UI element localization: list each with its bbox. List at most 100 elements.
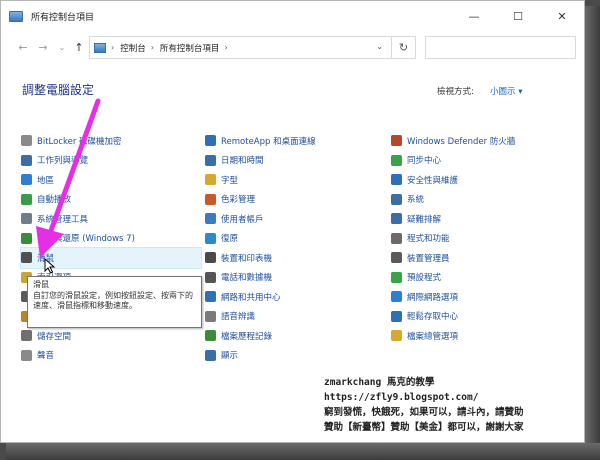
control-panel-item[interactable]: 工作列與導覽: [21, 151, 201, 171]
taskbar-icon: [21, 154, 32, 166]
item-label: 疑難排解: [407, 214, 442, 225]
minimize-button[interactable]: —: [452, 1, 496, 31]
control-panel-item[interactable]: 網路和共用中心: [205, 287, 385, 307]
bitlocker-icon: [21, 135, 32, 147]
user-accounts-icon: [205, 213, 216, 225]
recent-locations-button[interactable]: ⌄: [54, 39, 70, 57]
maximize-button[interactable]: ☐: [496, 1, 540, 31]
close-button[interactable]: ✕: [540, 1, 584, 31]
control-panel-item[interactable]: BitLocker 磁碟機加密: [21, 131, 201, 151]
item-label: 檔案歷程記錄: [221, 331, 273, 342]
up-button[interactable]: ↑: [71, 39, 87, 57]
control-panel-item[interactable]: 使用者帳戶: [205, 209, 385, 229]
item-label: Windows Defender 防火牆: [407, 136, 516, 147]
breadcrumb-control-panel[interactable]: 控制台: [120, 42, 146, 54]
search-input[interactable]: [425, 36, 576, 59]
control-panel-item[interactable]: 檔案總管選項: [391, 326, 571, 346]
backup-icon: [21, 232, 32, 244]
control-panel-item[interactable]: 日期和時間: [205, 151, 385, 171]
forward-button[interactable]: →: [35, 39, 51, 57]
admin-tools-icon: [21, 213, 32, 225]
control-panel-item[interactable]: RemoteApp 和桌面連線: [205, 131, 385, 151]
item-label: 安全性與維護: [407, 175, 459, 186]
maximize-icon: ☐: [513, 9, 523, 23]
breadcrumb-separator-icon: ›: [150, 43, 154, 52]
arrow-up-icon: ↑: [74, 41, 84, 54]
troubleshoot-icon: [391, 213, 402, 225]
control-panel-item[interactable]: 裝置管理員: [391, 248, 571, 268]
watermark-line: zmarkchang 馬克的教學: [324, 377, 435, 388]
view-by-dropdown[interactable]: 小圖示 ▾: [490, 85, 522, 97]
item-label: 輕鬆存取中心: [407, 312, 459, 323]
window-shadow-bottom: [6, 443, 600, 460]
address-dropdown-icon[interactable]: ⌄: [376, 42, 383, 51]
control-panel-item[interactable]: 系統管理工具: [21, 209, 201, 229]
window-shadow-right: [585, 6, 600, 456]
display-icon: [205, 349, 216, 361]
programs-icon: [391, 232, 402, 244]
system-icon: [391, 193, 402, 205]
control-panel-item[interactable]: 預設程式: [391, 268, 571, 288]
explorer-options-icon: [391, 330, 402, 342]
control-panel-item[interactable]: 檔案歷程記錄: [205, 326, 385, 346]
item-label: 備份與還原 (Windows 7): [37, 234, 135, 245]
recovery-icon: [205, 232, 216, 244]
network-icon: [205, 291, 216, 303]
control-panel-item[interactable]: 自動播放: [21, 190, 201, 210]
internet-options-icon: [391, 291, 402, 303]
devices-icon: [205, 252, 216, 264]
control-panel-item[interactable]: 輕鬆存取中心: [391, 307, 571, 327]
item-label: BitLocker 磁碟機加密: [37, 136, 122, 147]
item-label: 語音辨識: [221, 312, 256, 323]
items-column-1: BitLocker 磁碟機加密 工作列與導覽地區 自動播放 系統管理工具備份與還原 (…: [20, 131, 202, 366]
watermark-line: 窮到發慌，快餓死，如果可以，請斗內，請贊助: [324, 407, 524, 418]
item-label: 儲存空間: [37, 331, 72, 342]
region-icon: [21, 174, 32, 186]
control-panel-item[interactable]: 電話和數據機: [205, 268, 385, 288]
refresh-button[interactable]: ↻: [391, 37, 415, 58]
address-control-panel-icon: [94, 42, 106, 53]
security-flag-icon: [391, 174, 402, 186]
control-panel-item[interactable]: 語音辨識: [205, 307, 385, 327]
item-label: 工作列與導覽: [37, 156, 89, 167]
view-by-label: 檢視方式:: [437, 87, 474, 97]
watermark-line: 贊助【新臺幣】贊助【美金】都可以，謝謝大家: [324, 422, 524, 433]
control-panel-item[interactable]: 儲存空間: [21, 326, 201, 346]
control-panel-item[interactable]: 同步中心: [391, 151, 571, 171]
chevron-down-icon: ⌄: [58, 43, 66, 52]
control-panel-item[interactable]: 程式和功能: [391, 229, 571, 249]
control-panel-item[interactable]: 備份與還原 (Windows 7): [21, 229, 201, 249]
back-button[interactable]: ←: [15, 39, 31, 57]
control-panel-item[interactable]: 字型: [205, 170, 385, 190]
item-label: RemoteApp 和桌面連線: [221, 136, 316, 147]
sync-icon: [391, 154, 402, 166]
speech-icon: [205, 310, 216, 322]
control-panel-item[interactable]: 聲音: [21, 346, 201, 366]
window-title: 所有控制台項目: [31, 12, 95, 23]
control-panel-item[interactable]: 系統: [391, 190, 571, 210]
mouse-pointer-icon: [44, 258, 56, 274]
items-column-2: RemoteApp 和桌面連線日期和時間 字型色彩管理使用者帳戶復原裝置和印表機電…: [205, 131, 385, 365]
control-panel-item[interactable]: Windows Defender 防火牆: [391, 131, 571, 151]
control-panel-item[interactable]: 網際網路選項: [391, 287, 571, 307]
item-label: 程式和功能: [407, 234, 450, 245]
breadcrumb-separator-icon: ›: [111, 43, 115, 52]
item-label: 色彩管理: [221, 195, 256, 206]
control-panel-item[interactable]: 地區: [21, 170, 201, 190]
address-bar[interactable]: › 控制台 › 所有控制台項目 › ⌄ ↻: [89, 36, 416, 59]
item-label: 系統: [407, 195, 425, 206]
control-panel-item[interactable]: 疑難排解: [391, 209, 571, 229]
title-bar[interactable]: 所有控制台項目 — ☐ ✕: [1, 1, 584, 31]
control-panel-item[interactable]: 顯示: [205, 346, 385, 366]
navigation-bar: ← → ⌄ ↑ › 控制台 › 所有控制台項目 › ⌄ ↻: [1, 35, 584, 61]
arrow-left-icon: ←: [18, 41, 28, 54]
breadcrumb-all-items[interactable]: 所有控制台項目: [160, 42, 220, 54]
window-controls: — ☐ ✕: [452, 1, 584, 31]
control-panel-item[interactable]: 復原: [205, 229, 385, 249]
item-label: 復原: [221, 234, 239, 245]
items-column-3: Windows Defender 防火牆同步中心安全性與維護 系統疑難排解程式和功…: [391, 131, 571, 346]
control-panel-item[interactable]: 安全性與維護: [391, 170, 571, 190]
autoplay-icon: [21, 193, 32, 205]
control-panel-item[interactable]: 裝置和印表機: [205, 248, 385, 268]
control-panel-item[interactable]: 色彩管理: [205, 190, 385, 210]
